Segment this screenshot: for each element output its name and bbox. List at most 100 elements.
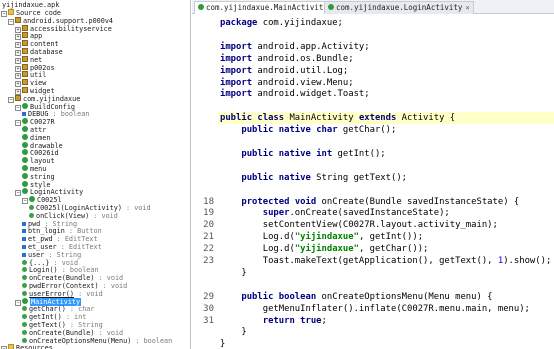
code-line[interactable]: setContentView(C0027R.layout.activity_ma… — [218, 219, 498, 231]
tree-item[interactable]: − com.yijindaxue — [8, 94, 80, 103]
tree-item[interactable]: − LoginActivity — [15, 188, 83, 197]
code-line[interactable]: package com.yijindaxue; — [218, 17, 343, 29]
tree-item[interactable]: layout — [22, 157, 55, 165]
code-line[interactable]: } — [218, 326, 246, 338]
expand-toggle-icon[interactable]: − — [8, 18, 14, 25]
tree-item[interactable]: + util — [15, 71, 46, 80]
package-icon — [22, 63, 28, 70]
class-icon — [198, 4, 204, 10]
code-line[interactable]: public native String getText(); — [218, 172, 407, 184]
tree-item-label: user — [28, 250, 45, 259]
tree-item[interactable]: + p002os — [15, 63, 55, 72]
tree-item[interactable]: onClick(View) : void — [29, 212, 118, 220]
class-icon — [22, 165, 28, 171]
expand-toggle-icon[interactable]: − — [1, 11, 7, 17]
tree-item[interactable]: onCreateOptionsMenu(Menu) : boolean — [22, 337, 172, 345]
code-line[interactable]: Log.d("yijindaxue", getInt()); — [218, 231, 423, 243]
code-area[interactable]: package com.yijindaxue; import android.ap… — [218, 14, 554, 349]
tree-item[interactable]: {...} : void — [22, 259, 78, 267]
expand-toggle-icon[interactable]: − — [8, 96, 14, 103]
tree-item-type: : boolean — [57, 266, 99, 275]
tree-item[interactable]: et_user : EditText — [22, 243, 102, 251]
tree-item[interactable]: getInt() : int — [22, 313, 86, 321]
tree-item[interactable]: − Source code — [1, 9, 61, 17]
tree-item[interactable]: attr — [22, 126, 46, 134]
tree-item-type: : EditText — [56, 243, 102, 251]
tree-item[interactable]: onCreate(Bundle) : void — [22, 329, 123, 337]
tree-item[interactable]: + view — [15, 79, 46, 88]
project-tree-panel[interactable]: yijindaxue.apk − Source code − android.suppo… — [0, 0, 191, 349]
tree-item[interactable]: user : String — [22, 251, 81, 259]
code-line[interactable] — [218, 136, 220, 148]
code-line[interactable]: Log.d("yijindaxue", getChar()); — [218, 243, 429, 255]
tab-login-activity[interactable]: com.yijindaxue.LoginActivity × — [324, 1, 474, 14]
code-line[interactable]: import android.util.Log; — [218, 65, 348, 77]
close-icon[interactable]: × — [465, 4, 469, 12]
code-line[interactable] — [218, 29, 220, 41]
tree-item[interactable]: drawable — [22, 141, 63, 150]
tree-item-label: attr — [30, 126, 47, 134]
expand-toggle-icon[interactable]: − — [15, 104, 21, 111]
tree-item[interactable]: et_pwd : EditText — [22, 235, 98, 243]
tree-item[interactable]: − C0027R — [15, 118, 55, 127]
code-line[interactable] — [218, 160, 220, 172]
tree-item[interactable]: dimen — [22, 133, 50, 142]
tree-item[interactable]: − MainActivity — [15, 297, 82, 306]
tree-item[interactable]: C0026id — [22, 149, 59, 157]
tree-item[interactable]: getText() : String — [22, 321, 103, 329]
tree-item[interactable]: getChar() : char — [22, 305, 95, 313]
code-line[interactable]: super.onCreate(savedInstanceState); — [218, 207, 450, 219]
code-line[interactable] — [218, 279, 220, 291]
tree-item-label: C0025l(LoginActivity) — [36, 204, 122, 212]
tree-item[interactable]: userError() : void — [22, 290, 103, 298]
expand-toggle-icon[interactable]: − — [15, 120, 21, 127]
tree-item[interactable]: − BuildConfig — [15, 102, 75, 111]
code-line[interactable]: protected void onCreate(Bundle savedInst… — [218, 196, 519, 208]
tree-item[interactable]: + accessibilityservice — [15, 24, 112, 33]
tree-item[interactable]: + app — [15, 32, 42, 41]
tree-item[interactable]: − android.support.p000v4 — [8, 16, 113, 25]
code-line[interactable]: Toast.makeText(getApplication(), getText… — [218, 255, 552, 267]
method-icon — [22, 314, 27, 320]
tree-root-apk[interactable]: yijindaxue.apk — [2, 1, 59, 9]
tree-item[interactable]: + content — [15, 40, 59, 49]
tree-item[interactable]: DEBUG : boolean — [22, 110, 89, 118]
code-line[interactable]: import android.os.Bundle; — [218, 53, 354, 65]
code-line[interactable]: return true; — [218, 315, 327, 327]
code-line[interactable]: } — [218, 338, 225, 349]
tree-item[interactable]: − C0025l — [22, 196, 62, 205]
tree-item-type: : String — [40, 219, 78, 228]
tree-item[interactable]: onCreate(Bundle) : void — [22, 274, 123, 282]
expand-toggle-icon[interactable]: − — [15, 190, 21, 197]
code-line[interactable]: public boolean onCreateOptionsMenu(Menu … — [218, 291, 492, 303]
tree-item[interactable]: btn_login : Button — [22, 227, 102, 235]
code-line[interactable]: public native int getInt(); — [218, 148, 385, 160]
tree-item[interactable]: + widget — [15, 87, 55, 95]
code-line[interactable]: import android.widget.Toast; — [218, 88, 370, 100]
code-line[interactable]: } — [218, 267, 246, 279]
code-line[interactable] — [218, 184, 220, 196]
tree-item-label: Resources — [16, 344, 53, 349]
tree-item[interactable]: menu — [22, 165, 46, 173]
code-line[interactable]: getMenuInflater().inflate(C0027R.menu.ma… — [218, 303, 530, 315]
tree-item[interactable]: C0025l(LoginActivity) : void — [29, 204, 151, 212]
code-line[interactable]: import android.app.Activity; — [218, 41, 370, 53]
tree-item[interactable]: style — [22, 180, 50, 189]
field-icon — [22, 229, 26, 234]
tab-main-activity[interactable]: com.yijindaxue.MainActivity× — [194, 1, 340, 14]
tree-item[interactable]: + database — [15, 48, 63, 56]
tree-item[interactable]: string — [22, 172, 55, 181]
expand-toggle-icon[interactable]: − — [22, 198, 28, 205]
code-editor[interactable]: com.yijindaxue.MainActivity× com.yijinda… — [192, 0, 554, 349]
tree-item[interactable]: −Resources — [1, 344, 53, 349]
tree-item[interactable]: pwdError(Context) : void — [22, 282, 127, 290]
code-line[interactable]: public class MainActivity extends Activi… — [218, 112, 554, 125]
expand-toggle-icon[interactable]: − — [15, 299, 21, 306]
tree-item[interactable]: Login() : boolean — [22, 266, 99, 274]
code-line[interactable] — [218, 100, 220, 112]
code-line[interactable]: import android.view.Menu; — [218, 77, 354, 89]
tree-item[interactable]: + net — [15, 55, 42, 64]
line-number: 21 — [203, 232, 214, 243]
tree-item[interactable]: pwd : String — [22, 220, 77, 228]
code-line[interactable]: public native char getChar(); — [218, 124, 396, 136]
